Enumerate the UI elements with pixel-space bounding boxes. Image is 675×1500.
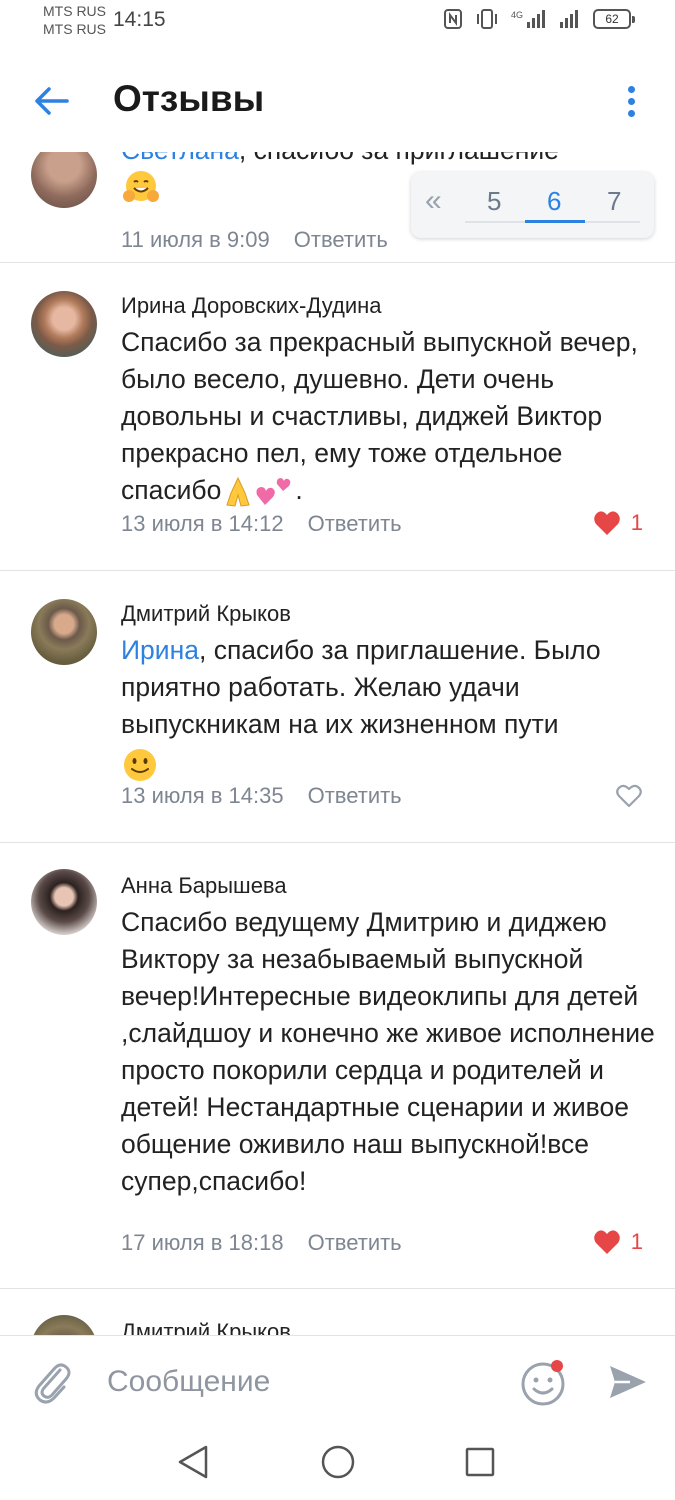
avatar[interactable] xyxy=(31,1315,97,1335)
dot-icon xyxy=(627,97,635,105)
attach-button[interactable] xyxy=(30,1358,74,1410)
circle-home-icon xyxy=(321,1445,355,1479)
comment-date: 11 июля в 9:09 xyxy=(121,227,270,252)
comment-item: Дмитрий Крыков Ирина, спасибо за приглаш… xyxy=(0,570,675,842)
page-navigator: « 5 6 7 xyxy=(411,172,654,238)
pager-active-indicator xyxy=(525,220,585,223)
carrier-2: MTS RUS xyxy=(43,21,106,37)
nfc-icon xyxy=(444,9,462,29)
hugging-face-icon xyxy=(121,168,161,212)
nav-back-button[interactable] xyxy=(176,1444,210,1484)
message-composer xyxy=(0,1335,675,1430)
reply-button[interactable]: Ответить xyxy=(308,511,402,537)
message-input[interactable] xyxy=(107,1360,497,1404)
status-time: 14:15 xyxy=(113,8,166,31)
comment-author[interactable]: Ирина Доровских-Дудина xyxy=(121,293,382,319)
comment-text-content: Спасибо ведущему Дмитрию и диджею Виктор… xyxy=(121,907,655,1196)
comment-text: Спасибо за прекрасный выпускной вечер, б… xyxy=(121,324,661,509)
send-icon xyxy=(610,1366,646,1398)
signal-icon xyxy=(560,10,578,28)
page-5-button[interactable]: 5 xyxy=(487,186,501,217)
prev-pages-button[interactable]: « xyxy=(425,184,442,218)
reply-button[interactable]: Ответить xyxy=(308,1230,402,1256)
battery-icon: 62 xyxy=(593,9,635,29)
like-button[interactable] xyxy=(615,783,643,809)
send-button[interactable] xyxy=(606,1360,650,1408)
emoji-button[interactable] xyxy=(519,1358,569,1412)
triangle-back-icon xyxy=(178,1445,208,1479)
comment-text-content: , спасибо за приглашение xyxy=(239,152,559,165)
two-hearts-icon xyxy=(256,478,291,505)
system-navigation-bar xyxy=(0,1430,675,1500)
avatar[interactable] xyxy=(31,599,97,665)
smiley-icon xyxy=(521,1360,565,1406)
svg-text:4G: 4G xyxy=(511,10,523,20)
like-button[interactable]: 1 xyxy=(593,510,643,536)
avatar[interactable] xyxy=(31,291,97,357)
comment-item: Ирина Доровских-Дудина Спасибо за прекра… xyxy=(0,262,675,570)
reply-button[interactable]: Ответить xyxy=(294,227,388,253)
comment-text-content: Спасибо за прекрасный выпускной вечер, б… xyxy=(121,327,638,505)
vibrate-icon xyxy=(477,9,497,29)
square-recents-icon xyxy=(465,1447,495,1477)
heart-filled-icon xyxy=(593,1230,620,1254)
comment-text: Ирина, спасибо за приглашение. Было прия… xyxy=(121,632,661,743)
dot-icon xyxy=(627,85,635,93)
comment-author[interactable]: Анна Барышева xyxy=(121,873,287,899)
comment-text-end: . xyxy=(295,475,303,505)
comment-date: 13 июля в 14:35 xyxy=(121,783,284,808)
comment-date: 17 июля в 18:18 xyxy=(121,1230,284,1255)
mention-link[interactable]: Светлана xyxy=(121,152,239,165)
like-count: 1 xyxy=(630,510,643,535)
heart-filled-icon xyxy=(593,511,620,535)
comment-author[interactable]: Дмитрий Крыков xyxy=(121,1319,291,1335)
comment-text: Спасибо ведущему Дмитрию и диджею Виктор… xyxy=(121,904,661,1200)
comment-author[interactable]: Дмитрий Крыков xyxy=(121,601,291,627)
carrier-names: MTS RUS MTS RUS xyxy=(43,2,106,38)
comment-item: Анна Барышева Спасибо ведущему Дмитрию и… xyxy=(0,842,675,1288)
comment-text: Светлана, спасибо за приглашение xyxy=(121,152,661,169)
folded-hands-icon xyxy=(226,476,250,507)
arrow-left-icon xyxy=(35,87,69,115)
mention-link[interactable]: Ирина xyxy=(121,635,199,665)
page-6-button[interactable]: 6 xyxy=(547,186,561,217)
carrier-1: MTS RUS xyxy=(43,3,106,19)
more-menu-button[interactable] xyxy=(613,78,649,124)
status-icons: 4G 62 xyxy=(443,8,635,30)
slightly-smiling-face-icon xyxy=(122,747,158,787)
avatar[interactable] xyxy=(31,869,97,935)
comment-meta: 11 июля в 9:09 Ответить xyxy=(121,227,388,253)
comment-meta: 17 июля в 18:18 Ответить xyxy=(121,1230,402,1256)
app-header: Отзывы xyxy=(0,46,675,152)
like-count: 1 xyxy=(630,1229,643,1254)
comment-date: 13 июля в 14:12 xyxy=(121,511,284,536)
heart-outline-icon xyxy=(616,784,642,808)
paperclip-icon xyxy=(34,1363,71,1404)
back-button[interactable] xyxy=(26,76,76,126)
nav-home-button[interactable] xyxy=(320,1444,356,1484)
reply-button[interactable]: Ответить xyxy=(308,783,402,809)
avatar[interactable] xyxy=(31,152,97,208)
page-title: Отзывы xyxy=(113,78,265,119)
page-7-button[interactable]: 7 xyxy=(607,186,621,217)
signal-4g-icon: 4G xyxy=(511,10,545,28)
comment-item: Дмитрий Крыков xyxy=(0,1288,675,1335)
dot-icon xyxy=(627,109,635,117)
comment-meta: 13 июля в 14:35 Ответить xyxy=(121,783,402,809)
status-bar: MTS RUS MTS RUS 14:15 4G 62 xyxy=(0,0,675,46)
comment-meta: 13 июля в 14:12 Ответить xyxy=(121,511,402,537)
nav-recents-button[interactable] xyxy=(464,1444,496,1484)
like-button[interactable]: 1 xyxy=(593,1229,643,1255)
comments-feed[interactable]: Светлана, спасибо за приглашение 11 июля… xyxy=(0,152,675,1335)
